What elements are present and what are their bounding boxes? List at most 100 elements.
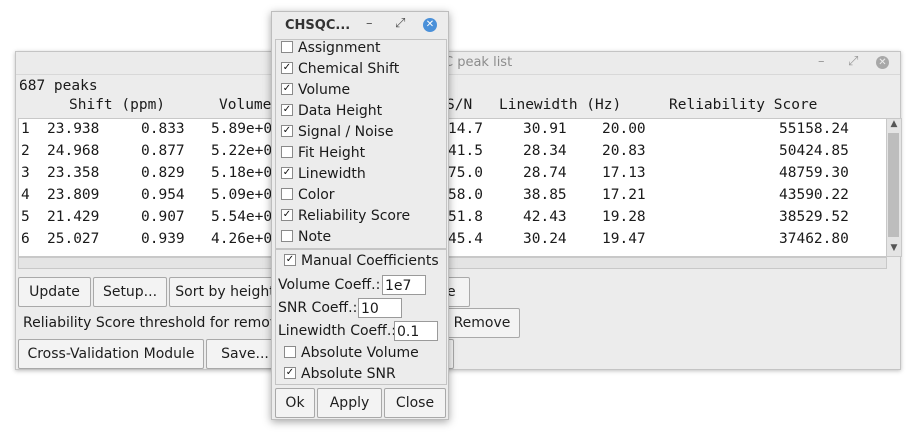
absolute-volume-checkbox[interactable]: Absolute Volume bbox=[284, 345, 419, 365]
vertical-scrollbar[interactable]: ▲ ▼ bbox=[886, 118, 902, 257]
close-button[interactable]: Close bbox=[384, 388, 446, 418]
coefficient-options: ✓ Manual Coefficients Volume Coeff.: 1e7 … bbox=[275, 249, 447, 385]
dialog-title: CHSQC... bbox=[285, 18, 351, 33]
linewidth-value: 20.00 bbox=[602, 121, 646, 137]
table-row[interactable]: 2 24.968 0.877 5.22e+0 41.5 28.34 20.83 … bbox=[21, 143, 849, 165]
sn-value: 14.7 bbox=[448, 121, 483, 137]
close-icon[interactable]: ✕ bbox=[876, 56, 889, 69]
table-row[interactable]: 3 23.358 0.829 5.18e+0 75.0 28.74 17.13 … bbox=[21, 165, 849, 187]
check-icon[interactable]: ✓ bbox=[284, 367, 296, 379]
snr-coeff-field[interactable]: 10 bbox=[358, 298, 402, 318]
volume-checkbox[interactable]: ✓ Volume bbox=[281, 82, 350, 102]
check-icon[interactable]: ✓ bbox=[281, 83, 293, 95]
checkbox-box[interactable] bbox=[281, 230, 293, 242]
checkbox-label: Linewidth bbox=[298, 166, 366, 182]
shift-value: 24.968 bbox=[47, 143, 100, 159]
horizontal-scrollbar[interactable] bbox=[18, 257, 887, 269]
shift-value: 0.877 bbox=[141, 143, 185, 159]
column-header-reliability: Reliability Score bbox=[669, 97, 818, 113]
sort-by-height-button[interactable]: Sort by height bbox=[169, 277, 281, 307]
check-icon[interactable]: ✓ bbox=[281, 167, 293, 179]
apply-button[interactable]: Apply bbox=[317, 388, 382, 418]
checkbox-box[interactable] bbox=[281, 146, 293, 158]
chemical-shift-checkbox[interactable]: ✓ Chemical Shift bbox=[281, 61, 399, 81]
linewidth-value: 30.91 bbox=[523, 121, 567, 137]
peak-list-window: C peak list – ⤢ ✕ 687 peaks Shift (ppm) … bbox=[15, 51, 902, 370]
checkbox-label: Data Height bbox=[298, 103, 383, 119]
linewidth-value: 28.34 bbox=[523, 143, 567, 159]
score-value: 37462.80 bbox=[779, 231, 849, 247]
volume-coeff-field[interactable]: 1e7 bbox=[382, 275, 426, 295]
row-index: 1 bbox=[21, 121, 30, 137]
checkbox-box[interactable] bbox=[281, 188, 293, 200]
snr-coeff-label: SNR Coeff.: bbox=[278, 300, 358, 316]
checkbox-box[interactable] bbox=[281, 41, 293, 53]
shift-value: 21.429 bbox=[47, 209, 100, 225]
minimize-icon[interactable]: – bbox=[366, 16, 373, 31]
signal-noise-checkbox[interactable]: ✓ Signal / Noise bbox=[281, 124, 393, 144]
data-height-checkbox[interactable]: ✓ Data Height bbox=[281, 103, 382, 123]
check-icon[interactable]: ✓ bbox=[281, 62, 293, 74]
color-checkbox[interactable]: Color bbox=[281, 187, 335, 207]
shift-value: 25.027 bbox=[47, 231, 100, 247]
scrollbar-thumb[interactable] bbox=[888, 133, 899, 237]
linewidth-value: 19.28 bbox=[602, 209, 646, 225]
linewidth-value: 38.85 bbox=[523, 187, 567, 203]
assignment-checkbox[interactable]: Assignment bbox=[281, 40, 380, 60]
note-checkbox[interactable]: Note bbox=[281, 229, 331, 249]
linewidth-checkbox[interactable]: ✓ Linewidth bbox=[281, 166, 366, 186]
window-title: C peak list bbox=[444, 55, 513, 70]
checkbox-label: Color bbox=[298, 187, 335, 203]
sn-value: 45.4 bbox=[448, 231, 483, 247]
checkbox-box[interactable] bbox=[284, 346, 296, 358]
remove-button[interactable]: Remove bbox=[444, 308, 520, 338]
checkbox-label: Fit Height bbox=[298, 145, 366, 161]
shift-value: 0.907 bbox=[141, 209, 185, 225]
maximize-icon[interactable]: ⤢ bbox=[395, 16, 405, 31]
table-row[interactable]: 1 23.938 0.833 5.89e+0 14.7 30.91 20.00 … bbox=[21, 121, 849, 143]
peak-list-titlebar[interactable]: C peak list – ⤢ ✕ bbox=[16, 52, 900, 75]
peak-count: 687 peaks bbox=[19, 78, 98, 94]
check-icon[interactable]: ✓ bbox=[281, 104, 293, 116]
sn-value: 58.0 bbox=[448, 187, 483, 203]
shift-value: 0.829 bbox=[141, 165, 185, 181]
linewidth-coeff-field[interactable]: 0.1 bbox=[394, 321, 438, 341]
linewidth-value: 17.21 bbox=[602, 187, 646, 203]
close-icon[interactable]: ✕ bbox=[423, 18, 437, 32]
shift-value: 0.939 bbox=[141, 231, 185, 247]
dialog-button-bar: Ok Apply Close bbox=[272, 386, 448, 419]
threshold-label: Reliability Score threshold for removin bbox=[23, 315, 291, 331]
column-options: Assignment ✓ Chemical Shift ✓ Volume ✓ Data… bbox=[275, 39, 447, 249]
table-row[interactable]: 5 21.429 0.907 5.54e+0 51.8 42.43 19.28 … bbox=[21, 209, 849, 231]
checkbox-label: Assignment bbox=[298, 40, 381, 56]
absolute-snr-checkbox[interactable]: ✓ Absolute SNR bbox=[284, 366, 396, 386]
column-header-volume: Volume bbox=[219, 97, 272, 113]
check-icon[interactable]: ✓ bbox=[281, 125, 293, 137]
manual-coefficients-checkbox[interactable]: ✓ Manual Coefficients bbox=[284, 253, 439, 273]
score-value: 55158.24 bbox=[779, 121, 849, 137]
reliability-score-checkbox[interactable]: ✓ Reliability Score bbox=[281, 208, 410, 228]
volume-value: 4.26e+0 bbox=[211, 231, 273, 247]
table-row[interactable]: 6 25.027 0.939 4.26e+0 45.4 30.24 19.47 … bbox=[21, 231, 849, 253]
table-row[interactable]: 4 23.809 0.954 5.09e+0 58.0 38.85 17.21 … bbox=[21, 187, 849, 209]
row-index: 6 bbox=[21, 231, 30, 247]
fit-height-checkbox[interactable]: Fit Height bbox=[281, 145, 365, 165]
arrow-down-icon[interactable]: ▼ bbox=[887, 243, 901, 253]
setup-button[interactable]: Setup... bbox=[93, 277, 167, 307]
checkbox-label: Signal / Noise bbox=[298, 124, 394, 140]
peak-list[interactable]: 1 23.938 0.833 5.89e+0 14.7 30.91 20.00 … bbox=[18, 118, 887, 257]
ok-button[interactable]: Ok bbox=[275, 388, 315, 418]
volume-value: 5.22e+0 bbox=[211, 143, 273, 159]
dialog-titlebar[interactable]: CHSQC... – ⤢ ✕ bbox=[272, 12, 448, 38]
linewidth-value: 19.47 bbox=[602, 231, 646, 247]
minimize-icon[interactable]: – bbox=[818, 54, 825, 69]
score-value: 43590.22 bbox=[779, 187, 849, 203]
update-button[interactable]: Update bbox=[18, 277, 91, 307]
check-icon[interactable]: ✓ bbox=[281, 209, 293, 221]
cross-validation-button[interactable]: Cross-Validation Module bbox=[18, 339, 204, 369]
column-header-sn: S/N bbox=[446, 97, 473, 113]
checkbox-label: Note bbox=[298, 229, 332, 245]
arrow-up-icon[interactable]: ▲ bbox=[887, 119, 901, 129]
maximize-icon[interactable]: ⤢ bbox=[848, 54, 858, 69]
check-icon[interactable]: ✓ bbox=[284, 254, 296, 266]
